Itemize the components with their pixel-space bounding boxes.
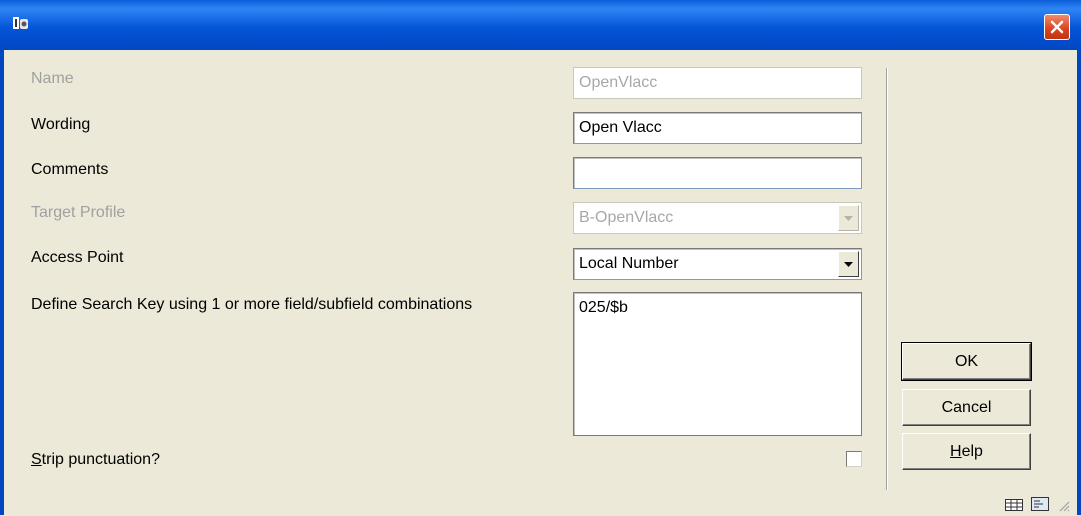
access-point-dropdown-button[interactable] <box>838 251 859 277</box>
target-profile-label: Target Profile <box>31 204 126 221</box>
grid-view-icon[interactable] <box>1005 499 1023 511</box>
vertical-separator <box>886 68 888 490</box>
access-point-select[interactable]: Local Number <box>573 248 862 280</box>
close-button[interactable] <box>1044 14 1070 40</box>
window-border-left <box>0 50 4 515</box>
cancel-button[interactable]: Cancel <box>902 389 1031 426</box>
dialog-window: Name OpenVlacc Wording Open Vlacc Commen… <box>0 0 1081 515</box>
help-button-label: elp <box>961 443 983 460</box>
comments-label: Comments <box>31 161 109 178</box>
access-point-value: Local Number <box>579 255 679 272</box>
help-button[interactable]: Help <box>902 433 1031 470</box>
help-mnemonic: H <box>950 443 962 460</box>
title-bar[interactable] <box>0 0 1081 50</box>
target-profile-select: B-OpenVlacc <box>573 202 862 234</box>
search-key-textarea[interactable]: 025/$b <box>573 292 862 436</box>
strip-punctuation-label-text: trip punctuation? <box>41 451 160 468</box>
target-profile-dropdown-button <box>838 205 859 231</box>
strip-punctuation-label[interactable]: Strip punctuation? <box>31 451 160 469</box>
strip-punctuation-checkbox[interactable] <box>846 451 862 467</box>
ok-button[interactable]: OK <box>901 342 1032 381</box>
target-profile-value: B-OpenVlacc <box>579 209 674 226</box>
app-icon <box>12 15 30 33</box>
name-field: OpenVlacc <box>573 67 862 99</box>
status-icons <box>1005 497 1050 516</box>
window-border-right <box>1077 50 1081 515</box>
wording-label: Wording <box>31 116 91 133</box>
name-label: Name <box>31 70 74 87</box>
resize-grip-icon[interactable] <box>1058 500 1070 512</box>
chevron-down-icon <box>844 262 853 267</box>
form-view-icon[interactable] <box>1031 497 1050 511</box>
search-key-label: Define Search Key using 1 or more field/… <box>31 296 473 313</box>
access-point-label: Access Point <box>31 249 124 266</box>
close-icon <box>1050 20 1064 34</box>
chevron-down-icon <box>844 216 853 221</box>
comments-field[interactable] <box>573 157 862 189</box>
strip-punctuation-mnemonic: S <box>31 451 42 468</box>
wording-field[interactable]: Open Vlacc <box>573 112 862 144</box>
